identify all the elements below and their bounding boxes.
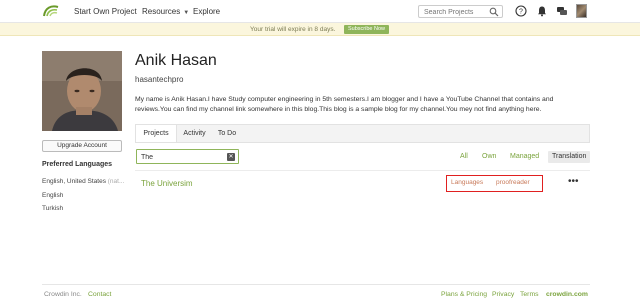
project-name-link[interactable]: The Universim (141, 179, 193, 188)
footer-plans-pricing-link[interactable]: Plans & Pricing (441, 291, 487, 298)
start-own-project-link[interactable]: Start Own Project (74, 7, 137, 16)
trial-expiry-text: Your trial will expire in 8 days. (250, 26, 336, 33)
profile-photo-image (42, 51, 122, 131)
footer-company: Crowdin Inc. (44, 291, 82, 298)
resources-menu[interactable]: Resources ▼ (142, 7, 189, 16)
filter-all[interactable]: All (460, 153, 468, 160)
filter-own[interactable]: Own (482, 153, 496, 160)
footer-terms-link[interactable]: Terms (520, 291, 539, 298)
divider (135, 170, 590, 171)
language-item: English, United States (nat... (42, 178, 124, 185)
language-item: Turkish (42, 205, 64, 212)
messages-icon[interactable] (556, 5, 568, 17)
preferred-languages-title: Preferred Languages (42, 161, 113, 168)
profile-tabs: Projects Activity To Do (135, 124, 590, 143)
language-name: English, United States (42, 178, 106, 185)
explore-link[interactable]: Explore (193, 7, 220, 16)
notifications-bell-icon[interactable] (536, 5, 548, 17)
tab-projects[interactable]: Projects (136, 125, 177, 142)
footer-divider (42, 284, 590, 285)
profile-name: Anik Hasan (135, 52, 217, 69)
user-avatar[interactable] (576, 4, 587, 18)
svg-text:?: ? (519, 9, 523, 16)
language-native-suffix: (nat... (107, 178, 125, 185)
footer-domain-link[interactable]: crowdin.com (546, 291, 588, 298)
clear-icon[interactable]: ✕ (227, 153, 235, 161)
tab-activity[interactable]: Activity (178, 125, 211, 142)
footer-contact-link[interactable]: Contact (88, 291, 111, 298)
filter-managed[interactable]: Managed (510, 153, 539, 160)
project-role-badge: proofreader (496, 179, 530, 186)
profile-username: hasantechpro (135, 75, 184, 84)
footer-privacy-link[interactable]: Privacy (492, 291, 514, 298)
project-filter-input[interactable] (141, 152, 221, 162)
project-filter-box[interactable]: ✕ (136, 149, 239, 164)
search-input[interactable] (424, 7, 486, 17)
resources-label: Resources (142, 7, 181, 16)
filter-translation[interactable]: Translation (548, 151, 591, 163)
trial-banner: Your trial will expire in 8 days. Subscr… (0, 23, 640, 36)
upgrade-account-button[interactable]: Upgrade Account (42, 140, 122, 152)
crowdin-logo-icon[interactable] (42, 4, 60, 18)
help-icon[interactable]: ? (515, 5, 527, 17)
more-options-icon[interactable]: ••• (568, 176, 579, 187)
tab-todo[interactable]: To Do (212, 125, 242, 142)
chevron-down-icon: ▼ (183, 10, 190, 16)
project-languages-link[interactable]: Languages (451, 179, 483, 186)
search-icon[interactable] (489, 7, 499, 17)
profile-bio: My name is Anik Hasan.I have Study compu… (135, 96, 554, 113)
profile-photo (42, 51, 122, 131)
search-box[interactable] (418, 5, 503, 18)
top-navigation-bar: Start Own Project Resources▼ Explore ? (0, 0, 640, 23)
language-item: English (42, 192, 64, 199)
subscribe-now-button[interactable]: Subscribe Now (344, 25, 389, 34)
